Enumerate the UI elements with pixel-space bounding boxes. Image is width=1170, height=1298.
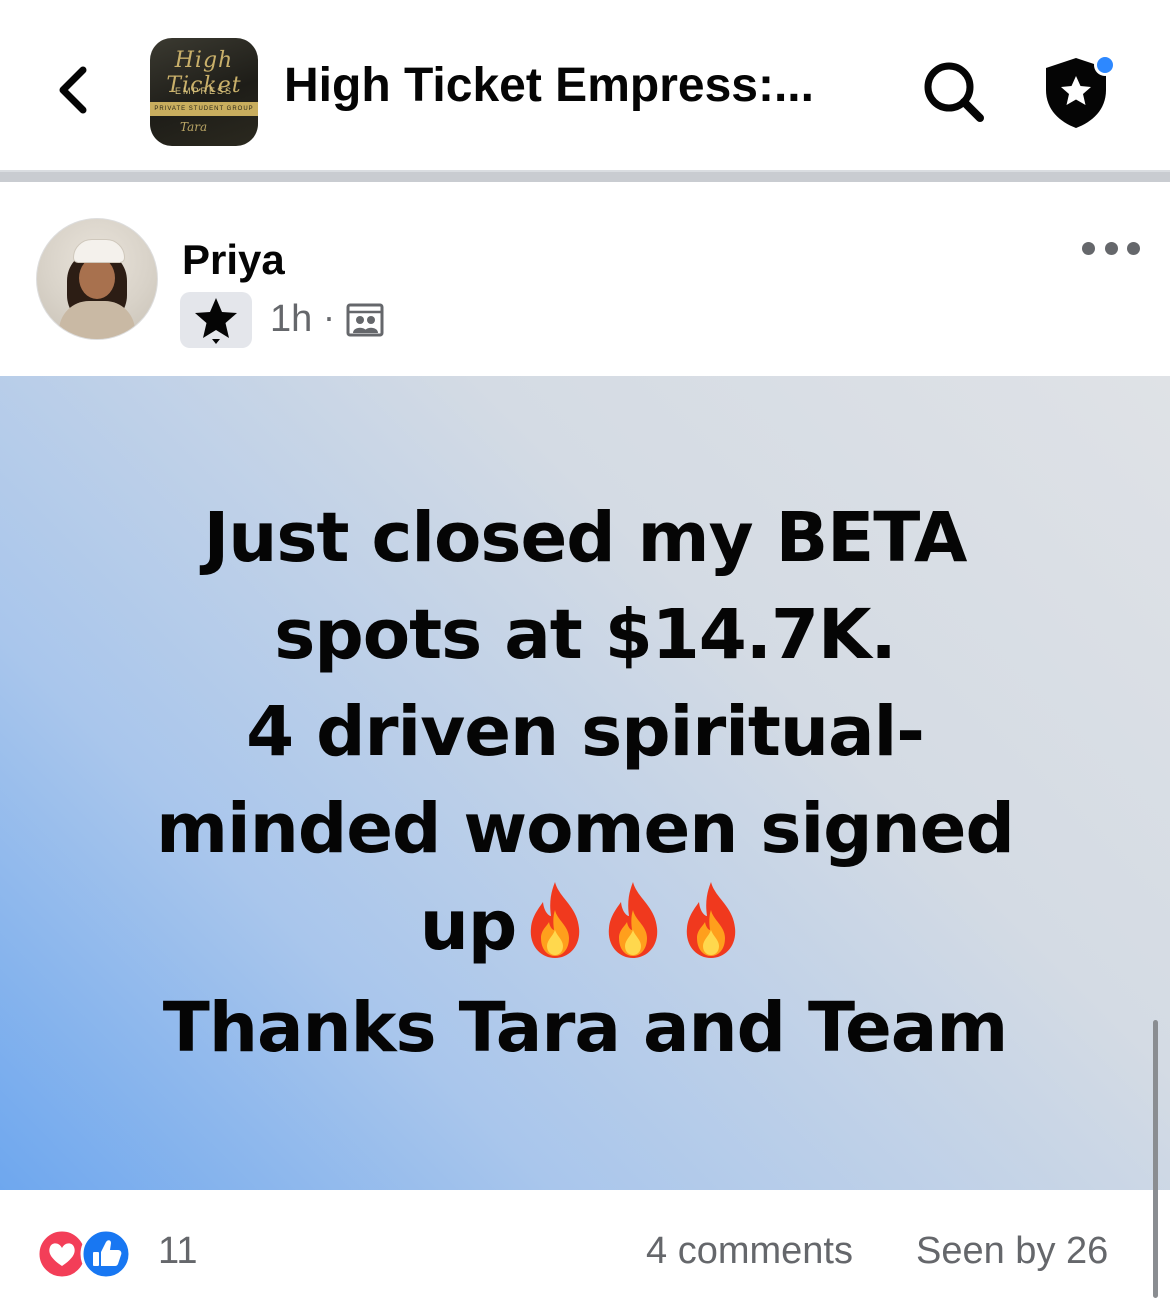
fire-icon (531, 881, 580, 958)
fire-icon (687, 881, 736, 958)
group-thumbnail-word: EMPRESS (174, 86, 233, 96)
post-text: Just closed my BETA spots at $14.7K. 4 d… (60, 490, 1110, 1077)
post-text-line: minded women signed (156, 789, 1015, 869)
avatar[interactable] (36, 218, 158, 340)
love-reaction-icon (36, 1228, 88, 1280)
fire-icon (609, 881, 658, 958)
reactions-summary[interactable] (36, 1228, 136, 1280)
post-text-line: Thanks Tara and Team (162, 987, 1008, 1068)
search-icon (924, 62, 984, 122)
more-dot-icon (1082, 241, 1095, 255)
group-thumbnail[interactable]: High Ticket EMPRESS PRIVATE STUDENT GROU… (150, 38, 258, 146)
notification-dot (1094, 54, 1116, 76)
group-thumbnail-band: PRIVATE STUDENT GROUP (150, 102, 258, 116)
star-icon (195, 298, 237, 344)
reaction-count[interactable]: 11 (158, 1230, 197, 1273)
chevron-left-icon (59, 66, 87, 114)
seen-by-link[interactable]: Seen by 26 (916, 1230, 1108, 1273)
meta-separator: · (323, 296, 335, 337)
group-members-icon (346, 303, 384, 337)
comments-count-link[interactable]: 4 comments (646, 1230, 853, 1273)
more-dot-icon (1127, 241, 1140, 255)
post-text-line: 4 driven spiritual- (246, 692, 925, 772)
member-badge[interactable] (180, 292, 252, 348)
back-button[interactable] (42, 58, 102, 122)
post-text-line: Just closed my BETA (203, 498, 968, 578)
author-name[interactable]: Priya (182, 236, 285, 284)
group-thumbnail-signature: Tara (180, 120, 208, 134)
group-header: High Ticket EMPRESS PRIVATE STUDENT GROU… (0, 0, 1170, 170)
group-title[interactable]: High Ticket Empress:... (284, 58, 814, 113)
scrollbar-thumb[interactable] (1153, 1020, 1158, 1298)
more-dot-icon (1104, 241, 1118, 255)
post-text-word: up (419, 886, 518, 966)
search-button[interactable] (918, 56, 990, 128)
like-reaction-icon (80, 1228, 132, 1280)
post-timestamp[interactable]: 1h (270, 298, 312, 341)
post-options-button[interactable] (1082, 228, 1140, 268)
post-text-line: spots at $14.7K. (274, 595, 896, 675)
fire-emoji-group (516, 880, 750, 980)
header-divider (0, 170, 1170, 182)
post-text-line-with-emoji: up (60, 878, 1110, 980)
